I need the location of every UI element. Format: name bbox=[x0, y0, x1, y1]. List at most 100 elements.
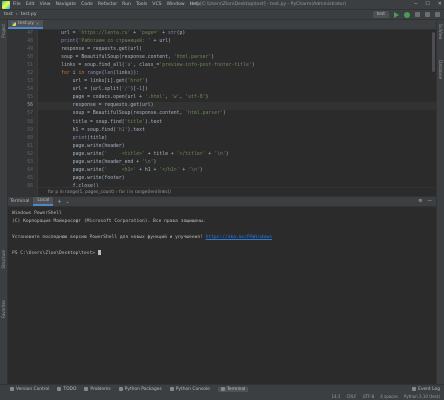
tool-label: Python Console bbox=[175, 386, 210, 392]
right-tool-strip: SciView Database bbox=[436, 20, 444, 384]
python-console-icon bbox=[169, 387, 174, 391]
code-text: url = (url.split('/')[-1]) bbox=[38, 87, 148, 93]
code-line[interactable]: 63 page.write(header_end + '\n') bbox=[27, 159, 436, 167]
close-icon[interactable]: ✕ bbox=[438, 1, 442, 7]
menu-edit[interactable]: Edit bbox=[26, 2, 35, 7]
code-line[interactable]: 48 print('Работаем со страницей: ' + url… bbox=[27, 38, 436, 46]
code-line[interactable]: 53 url = links[i].get('href') bbox=[27, 78, 436, 86]
code-text: for i in range(len(links)): bbox=[61, 71, 140, 77]
tool-problems[interactable]: Problems bbox=[84, 387, 111, 392]
code-line[interactable]: 57 soup = BeautifulSoup(response.content… bbox=[27, 110, 436, 118]
code-line[interactable]: 49 response = requests.get(url) bbox=[27, 46, 436, 54]
tool-label: Terminal bbox=[226, 386, 246, 392]
terminal-output[interactable]: Windows PowerShell (C) Корпорация Майкрос… bbox=[8, 207, 436, 261]
code-line[interactable]: 58 title = soup.find('title').text bbox=[27, 119, 436, 127]
coverage-icon[interactable] bbox=[415, 12, 420, 17]
left-tool-strip: Project Structure Favorites bbox=[0, 20, 8, 384]
line-number: 66 bbox=[27, 183, 33, 189]
code-line[interactable]: 59 h1 = soup.find('h1').text bbox=[27, 127, 436, 135]
editor-scrollbar[interactable] bbox=[432, 32, 435, 72]
event-log-icon bbox=[412, 387, 417, 391]
event-log-button[interactable]: Event Log bbox=[412, 387, 444, 392]
code-line[interactable]: 51 links = soup.find_all('a', class_='pr… bbox=[27, 62, 436, 70]
menu-navigate[interactable]: Navigate bbox=[56, 2, 77, 7]
menu-run[interactable]: Run bbox=[122, 2, 131, 7]
line-number: 62 bbox=[27, 151, 33, 157]
menu-vcs[interactable]: VCS bbox=[152, 2, 161, 7]
structure-tool-tab[interactable]: Structure bbox=[1, 250, 6, 269]
stop-icon[interactable] bbox=[425, 12, 430, 17]
toolbar-right: test bbox=[372, 11, 440, 18]
menu-file[interactable]: File bbox=[13, 2, 21, 7]
terminal-dropdown-icon[interactable]: ⌄ bbox=[66, 199, 70, 205]
main-menu: File Edit View Navigate Code Refactor Run Tools… bbox=[13, 2, 200, 7]
code-line[interactable]: 52 for i in range(len(links)): bbox=[27, 70, 436, 78]
code-text: page = codecs.open(url + '.html', 'w', '… bbox=[38, 95, 209, 101]
menu-code[interactable]: Code bbox=[81, 2, 93, 7]
code-line[interactable]: 50 soup = BeautifulSoup(response.content… bbox=[27, 54, 436, 62]
terminal-line: PS C:\Users\Zlon\Desktop\test> bbox=[12, 250, 432, 258]
terminal-cursor bbox=[97, 250, 101, 255]
tool-python-console[interactable]: Python Console bbox=[169, 386, 210, 392]
minimize-icon[interactable]: ─ bbox=[414, 1, 417, 7]
code-text: page.write(header) bbox=[38, 143, 125, 149]
terminal-tab-local[interactable]: Local bbox=[33, 197, 54, 206]
terminal-text: Установите последнюю версию PowerShell д… bbox=[12, 235, 206, 240]
hide-panel-icon[interactable]: — bbox=[427, 199, 432, 204]
code-line[interactable]: 61 page.write(header) bbox=[27, 143, 436, 151]
line-number: 63 bbox=[27, 159, 33, 165]
run-configuration-select[interactable]: test bbox=[372, 11, 389, 18]
problems-icon bbox=[84, 387, 89, 391]
menu-view[interactable]: View bbox=[40, 2, 51, 7]
event-log-label: Event Log bbox=[418, 386, 440, 392]
file-breadcrumb[interactable]: test.py bbox=[21, 12, 37, 17]
tool-version-control[interactable]: Version Control bbox=[10, 387, 49, 392]
maximize-icon[interactable]: ☐ bbox=[425, 1, 429, 7]
menu-refactor[interactable]: Refactor bbox=[98, 2, 117, 7]
search-icon[interactable] bbox=[435, 12, 440, 17]
database-tool-tab[interactable]: Database bbox=[438, 60, 443, 79]
menu-window[interactable]: Window bbox=[167, 2, 185, 7]
line-number: 48 bbox=[27, 39, 33, 45]
status-item[interactable]: UTF-8 bbox=[363, 394, 375, 399]
code-text: url = 'https://lenta.ru' + 'page=' + str… bbox=[38, 31, 186, 36]
new-terminal-icon[interactable]: + bbox=[57, 199, 61, 205]
debug-icon[interactable] bbox=[404, 11, 410, 18]
tool-terminal[interactable]: Terminal bbox=[217, 386, 249, 392]
favorites-tool-tab[interactable]: Favorites bbox=[1, 300, 6, 318]
code-line[interactable]: 56 response = requests.get(url) bbox=[27, 102, 436, 111]
code-line[interactable]: 64 page.write(' <h1>' + h1 + '</h1>' + '… bbox=[27, 167, 436, 175]
code-breadcrumb[interactable]: for p in range(1, pages_count) › for i i… bbox=[38, 187, 436, 196]
menu-tools[interactable]: Tools bbox=[136, 2, 147, 7]
code-editor: test.py ✕ 47 url = 'https://lenta.ru' + … bbox=[8, 20, 436, 196]
tool-todo[interactable]: TODO bbox=[57, 387, 76, 392]
project-breadcrumb[interactable]: test bbox=[4, 12, 13, 17]
project-tool-tab[interactable]: Project bbox=[1, 24, 6, 38]
pycharm-logo-icon bbox=[2, 0, 10, 9]
window-controls: ─ ☐ ✕ bbox=[414, 1, 442, 7]
editor-tab-test-py[interactable]: test.py ✕ bbox=[8, 20, 44, 29]
close-tab-icon[interactable]: ✕ bbox=[36, 21, 39, 26]
code-line[interactable]: 65 page.write(footer) bbox=[27, 175, 436, 183]
line-number: 58 bbox=[27, 119, 33, 125]
status-item[interactable]: CRLF bbox=[346, 394, 356, 399]
code-line[interactable]: 47 url = 'https://lenta.ru' + 'page=' + … bbox=[27, 30, 436, 38]
tool-python-packages[interactable]: Python Packages bbox=[118, 387, 162, 392]
status-item[interactable]: Python 3.10 (test) bbox=[404, 394, 440, 399]
settings-icon[interactable]: ⚙ bbox=[418, 199, 422, 204]
code-area[interactable]: 47 url = 'https://lenta.ru' + 'page=' + … bbox=[27, 30, 436, 196]
code-line[interactable]: 55 page = codecs.open(url + '.html', 'w'… bbox=[27, 94, 436, 102]
status-item[interactable]: 4 spaces bbox=[380, 394, 398, 399]
version-control-icon bbox=[10, 387, 14, 391]
run-icon[interactable] bbox=[394, 11, 399, 18]
window-title: test [C:\Users\Zlon\Desktop\test] - test… bbox=[190, 2, 347, 7]
code-text: title = soup.find('title').text bbox=[38, 119, 163, 125]
code-line[interactable]: 54 url = (url.split('/')[-1]) bbox=[27, 86, 436, 94]
code-line[interactable]: 62 page.write(' <title>' + title + '</ti… bbox=[27, 151, 436, 159]
sciview-tool-tab[interactable]: SciView bbox=[438, 24, 443, 39]
code-line[interactable]: 60 print(title) bbox=[27, 135, 436, 143]
powershell-link[interactable]: https://aka.ms/PSWindows bbox=[206, 235, 272, 240]
status-item[interactable]: 14:1 bbox=[331, 394, 340, 399]
